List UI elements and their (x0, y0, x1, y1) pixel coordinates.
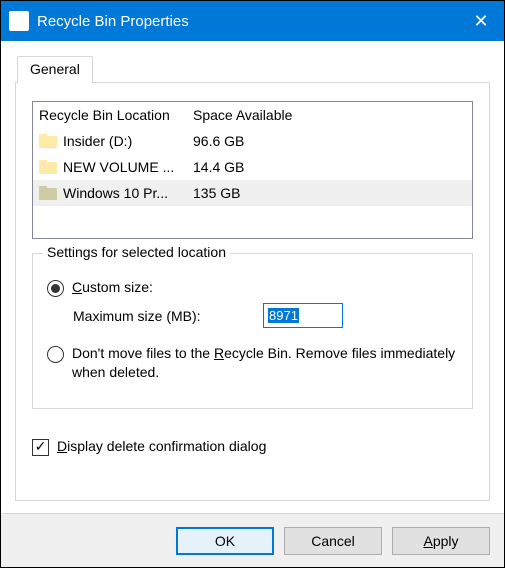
radio-dont-move[interactable] (47, 346, 64, 363)
tab-panel-general: Recycle Bin Location Space Available Ins… (15, 82, 490, 501)
radio-dont-move-label[interactable]: Don't move files to the Recycle Bin. Rem… (72, 344, 458, 382)
tabstrip: General (17, 55, 490, 82)
cancel-button[interactable]: Cancel (284, 527, 382, 555)
ok-button[interactable]: OK (176, 527, 274, 555)
close-button[interactable]: ✕ (458, 1, 504, 41)
list-row[interactable]: Insider (D:) 96.6 GB (33, 128, 472, 154)
recycle-bin-icon: 🗑 (9, 11, 29, 31)
settings-legend: Settings for selected location (43, 244, 230, 260)
max-size-label: Maximum size (MB): (73, 308, 263, 324)
settings-group: Settings for selected location Custom si… (32, 253, 473, 409)
row-name: Windows 10 Pr... (63, 185, 168, 201)
max-size-input[interactable]: 8971 (263, 303, 343, 328)
window-title: Recycle Bin Properties (37, 13, 458, 30)
folder-icon (39, 134, 57, 148)
tab-general[interactable]: General (17, 56, 93, 83)
max-size-row: Maximum size (MB): 8971 (73, 303, 458, 328)
row-name: NEW VOLUME ... (63, 159, 174, 175)
list-row[interactable]: Windows 10 Pr... 135 GB (33, 180, 472, 206)
folder-icon (39, 186, 57, 200)
confirm-dialog-row: Display delete confirmation dialog (32, 437, 473, 456)
list-header: Recycle Bin Location Space Available (33, 102, 472, 128)
radio-dont-move-row: Don't move files to the Recycle Bin. Rem… (47, 344, 458, 382)
apply-button[interactable]: Apply (392, 527, 490, 555)
row-space: 14.4 GB (189, 159, 472, 175)
radio-custom-size-row: Custom size: (47, 278, 458, 297)
header-location: Recycle Bin Location (33, 107, 189, 123)
radio-custom-size[interactable] (47, 280, 64, 297)
radio-custom-size-label[interactable]: Custom size: (72, 278, 153, 297)
check-display-confirm-label[interactable]: Display delete confirmation dialog (57, 437, 266, 456)
client-area: General Recycle Bin Location Space Avail… (1, 41, 504, 513)
check-display-confirm[interactable] (32, 439, 49, 456)
folder-icon (39, 160, 57, 174)
row-space: 96.6 GB (189, 133, 472, 149)
location-list[interactable]: Recycle Bin Location Space Available Ins… (32, 101, 473, 239)
titlebar: 🗑 Recycle Bin Properties ✕ (1, 1, 504, 41)
list-row[interactable]: NEW VOLUME ... 14.4 GB (33, 154, 472, 180)
dialog-footer: OK Cancel Apply (1, 513, 504, 567)
row-name: Insider (D:) (63, 133, 132, 149)
header-space: Space Available (189, 107, 472, 123)
row-space: 135 GB (189, 185, 472, 201)
